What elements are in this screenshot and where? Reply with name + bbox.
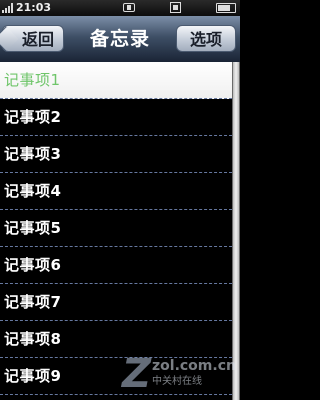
memo-item-5[interactable]: 记事项5 — [0, 210, 232, 247]
memo-item-label: 记事项7 — [4, 293, 62, 311]
watermark-z-icon: Z — [122, 351, 152, 397]
clock: 21:03 — [16, 1, 52, 14]
memo-item-label: 记事项3 — [4, 145, 62, 163]
watermark-logo: Z zol.com.cn 中关村在线 — [122, 352, 240, 398]
memo-item-label: 记事项8 — [4, 330, 62, 348]
status-bar: 21:03 — [0, 0, 240, 16]
memo-item-6[interactable]: 记事项6 — [0, 247, 232, 284]
title-bar: 返回 备忘录 选项 — [0, 16, 240, 62]
page-title: 备忘录 — [89, 28, 150, 50]
memo-item-label: 记事项6 — [4, 256, 62, 274]
memo-item-label: 记事项4 — [4, 182, 62, 200]
memo-item-7[interactable]: 记事项7 — [0, 284, 232, 321]
scrollbar[interactable] — [232, 62, 240, 400]
back-button-label: 返回 — [21, 30, 54, 49]
memo-item-1[interactable]: 记事项1 — [0, 62, 232, 99]
signal-icon — [2, 3, 13, 13]
watermark-name: 中关村在线 — [152, 376, 202, 387]
watermark-site: zol.com.cn — [152, 358, 236, 374]
memo-item-label: 记事项5 — [4, 219, 62, 237]
memo-item-label: 记事项9 — [4, 367, 62, 385]
profile-icon — [170, 2, 181, 13]
memo-item-2[interactable]: 记事项2 — [0, 99, 232, 136]
back-button[interactable]: 返回 — [2, 25, 64, 52]
memo-item-label: 记事项2 — [4, 108, 62, 126]
memo-item-label: 记事项1 — [4, 71, 61, 89]
battery-icon — [216, 3, 236, 13]
scrollbar-thumb[interactable] — [233, 62, 239, 400]
options-button-label: 选项 — [189, 30, 222, 49]
message-icon — [123, 3, 135, 12]
memo-list: 记事项1 记事项2 记事项3 记事项4 记事项5 记事项6 记事项7 记事项8 … — [0, 62, 232, 400]
memo-item-4[interactable]: 记事项4 — [0, 173, 232, 210]
options-button[interactable]: 选项 — [176, 25, 236, 52]
memo-item-3[interactable]: 记事项3 — [0, 136, 232, 173]
